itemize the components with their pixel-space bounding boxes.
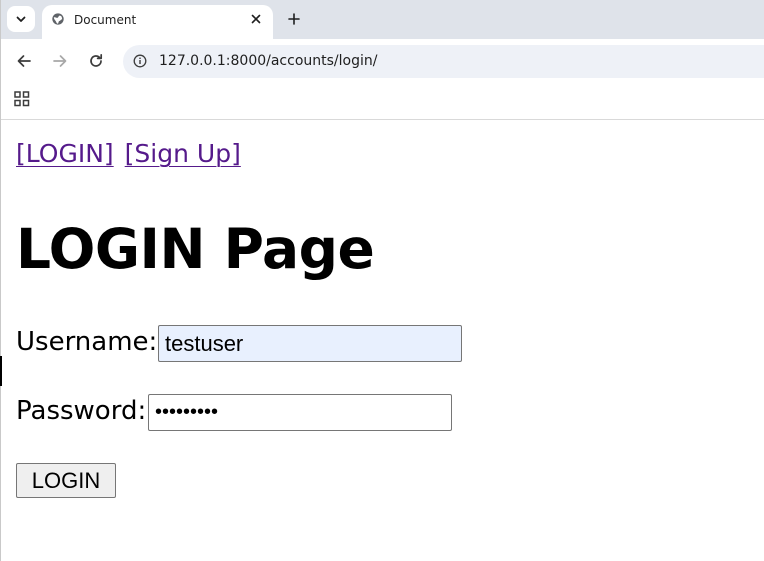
back-arrow-icon: [17, 55, 31, 67]
reload-button[interactable]: [86, 51, 106, 71]
page-content: [LOGIN] [Sign Up] LOGIN Page Username: Pa…: [16, 120, 756, 560]
new-tab-button[interactable]: [285, 10, 303, 28]
password-field[interactable]: [148, 394, 452, 431]
login-link[interactable]: [LOGIN]: [16, 139, 114, 168]
url-text: 127.0.0.1:8000/accounts/login/: [159, 53, 378, 69]
browser-window: Document 127.0.0.1:8000/accounts/login/ …: [0, 0, 764, 561]
username-field[interactable]: [158, 325, 462, 362]
close-icon: [251, 14, 261, 24]
plus-icon: [288, 13, 300, 25]
site-info-button[interactable]: [132, 53, 148, 69]
tab-strip: Document: [1, 0, 764, 39]
signup-link[interactable]: [Sign Up]: [125, 139, 241, 168]
address-bar[interactable]: 127.0.0.1:8000/accounts/login/: [123, 45, 764, 78]
login-submit-button[interactable]: LOGIN: [16, 463, 116, 498]
apps-grid-icon[interactable]: [14, 91, 30, 107]
browser-toolbar: 127.0.0.1:8000/accounts/login/: [1, 39, 764, 84]
info-icon: [133, 54, 147, 68]
reload-icon: [90, 53, 103, 67]
back-button[interactable]: [14, 51, 34, 71]
forward-button[interactable]: [50, 51, 70, 71]
forward-arrow-icon: [53, 55, 67, 67]
tab-search-button[interactable]: [7, 6, 35, 32]
password-label: Password:: [16, 396, 147, 426]
window-edge-marker: [0, 356, 2, 386]
globe-icon: [52, 13, 64, 25]
bookmarks-bar: [1, 84, 764, 120]
tab-close-button[interactable]: [248, 11, 264, 27]
page-nav: [LOGIN] [Sign Up]: [16, 139, 241, 169]
chevron-down-icon: [16, 16, 26, 22]
page-title: LOGIN Page: [16, 217, 375, 281]
tab-document[interactable]: Document: [42, 5, 273, 39]
username-label: Username:: [16, 327, 158, 357]
tab-title: Document: [74, 13, 137, 27]
